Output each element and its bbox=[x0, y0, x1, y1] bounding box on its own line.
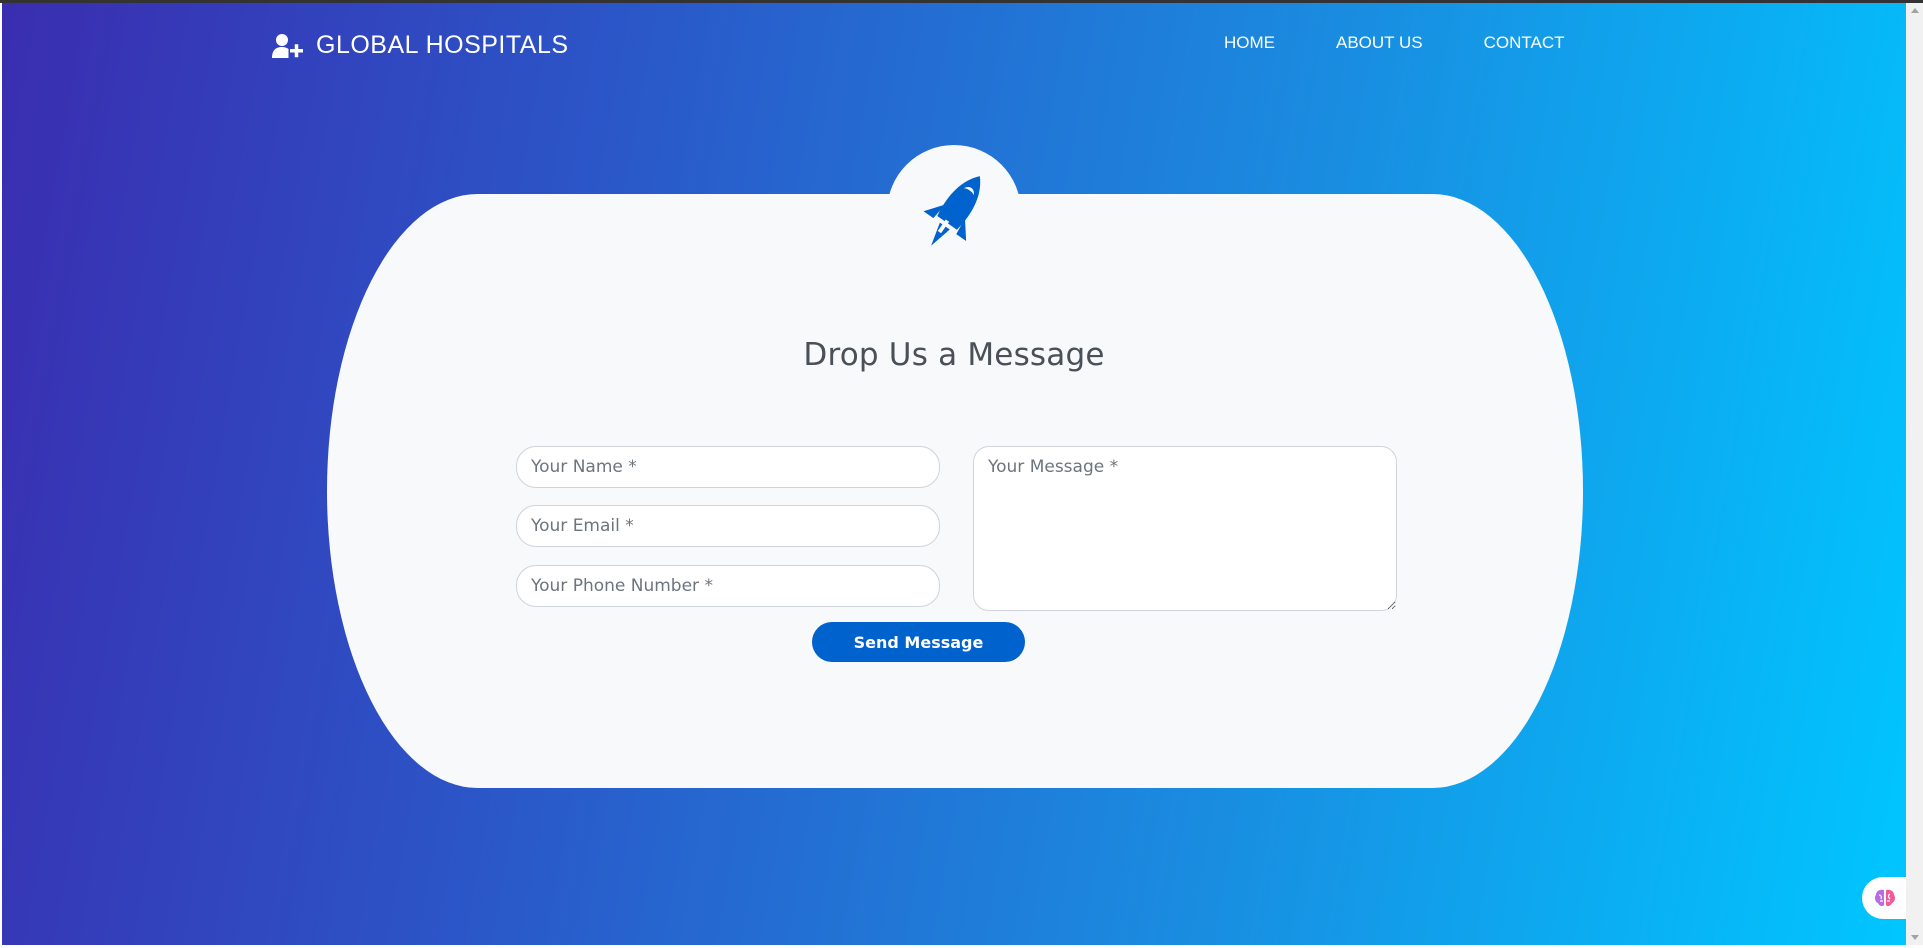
vertical-scrollbar[interactable] bbox=[1906, 3, 1923, 945]
nav-home[interactable]: HOME bbox=[1224, 33, 1275, 53]
page-background: GLOBAL HOSPITALS HOME ABOUT US CONTACT D… bbox=[2, 3, 1906, 945]
brand[interactable]: GLOBAL HOSPITALS bbox=[272, 31, 569, 60]
rocket-icon bbox=[923, 176, 981, 246]
form-title: Drop Us a Message bbox=[803, 337, 1105, 373]
nav-contact[interactable]: CONTACT bbox=[1484, 33, 1565, 53]
user-plus-icon bbox=[272, 33, 303, 58]
brand-name: GLOBAL HOSPITALS bbox=[316, 31, 569, 59]
contact-logo bbox=[887, 145, 1021, 279]
send-message-button[interactable]: Send Message bbox=[812, 622, 1025, 662]
brain-icon bbox=[1874, 889, 1896, 907]
phone-input[interactable] bbox=[516, 565, 940, 607]
nav-about-us[interactable]: ABOUT US bbox=[1336, 33, 1423, 53]
main-nav: HOME ABOUT US CONTACT bbox=[1224, 33, 1565, 53]
email-input[interactable] bbox=[516, 505, 940, 547]
message-textarea[interactable] bbox=[973, 446, 1397, 611]
scroll-down-icon[interactable] bbox=[1911, 935, 1919, 940]
assistant-widget[interactable] bbox=[1862, 877, 1906, 919]
name-input[interactable] bbox=[516, 446, 940, 488]
scroll-up-icon[interactable] bbox=[1911, 8, 1919, 13]
